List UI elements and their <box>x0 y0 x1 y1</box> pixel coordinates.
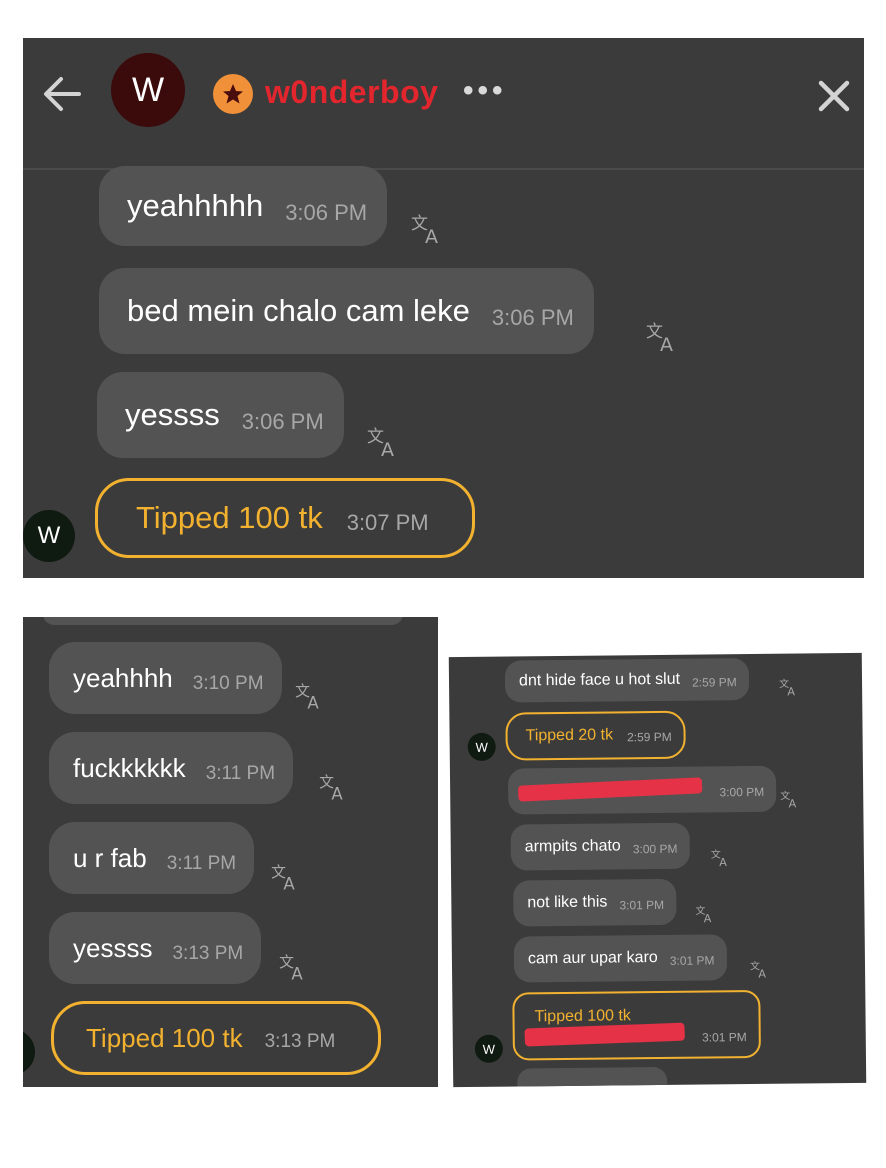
message-bubble-partial <box>517 1066 668 1088</box>
star-badge-icon <box>213 74 253 114</box>
svg-text:A: A <box>758 968 766 979</box>
svg-text:A: A <box>660 334 673 353</box>
username[interactable]: w0nderboy <box>265 74 438 111</box>
translate-icon[interactable]: 文A <box>411 213 445 250</box>
message-time: 3:00 PM <box>719 784 765 800</box>
svg-text:A: A <box>291 964 303 981</box>
translate-icon[interactable]: 文A <box>780 789 800 814</box>
message-text: u r fab <box>73 842 147 873</box>
message-time: 3:11 PM <box>166 853 237 874</box>
message-time: 3:06 PM <box>241 409 324 434</box>
tip-message[interactable]: Tipped 20 tk 2:59 PM <box>505 710 687 761</box>
svg-text:A: A <box>283 874 295 891</box>
svg-text:A: A <box>331 784 343 801</box>
svg-text:A: A <box>787 685 795 696</box>
svg-text:A: A <box>788 797 796 808</box>
message-bubble[interactable]: yeahhhhh 3:06 PM <box>99 166 388 246</box>
avatar-letter: W <box>131 70 165 109</box>
tip-time: 3:13 PM <box>264 1031 336 1052</box>
message-bubble[interactable]: armpits chato 3:00 PM <box>510 822 690 871</box>
message-bubble[interactable]: yessss 3:06 PM <box>97 372 344 458</box>
tip-time: 3:01 PM <box>701 1030 747 1045</box>
message-text: fuckkkkkk <box>73 752 186 783</box>
message-bubble[interactable]: dnt hide face u hot slut 2:59 PM <box>504 658 749 703</box>
message-time: 3:10 PM <box>192 673 264 694</box>
message-time: 3:00 PM <box>632 841 678 857</box>
message-time: 3:06 PM <box>285 200 368 225</box>
svg-text:A: A <box>719 856 727 867</box>
tip-time: 2:59 PM <box>627 729 672 745</box>
translate-icon[interactable]: 文A <box>711 848 731 872</box>
translate-icon[interactable]: 文A <box>646 321 680 358</box>
message-text: not like this <box>527 893 608 912</box>
message-bubble[interactable]: yeahhhh 3:10 PM <box>49 642 282 714</box>
message-text: yessss <box>73 932 153 963</box>
message-time: 3:11 PM <box>205 763 276 784</box>
message-time: 3:13 PM <box>172 943 244 964</box>
translate-icon[interactable]: 文A <box>319 773 349 806</box>
message-time: 3:01 PM <box>619 897 665 913</box>
translate-icon[interactable]: 文A <box>779 677 799 702</box>
message-time: 2:59 PM <box>691 675 737 690</box>
avatar[interactable] <box>23 1029 35 1075</box>
chat-header: W w0nderboy ••• <box>23 38 864 170</box>
avatar[interactable]: W <box>474 1034 504 1063</box>
message-text: yeahhhhh <box>127 188 264 223</box>
translate-icon[interactable]: 文A <box>295 682 325 715</box>
translate-icon[interactable]: 文A <box>695 904 715 928</box>
message-text: cam aur upar karo <box>527 949 658 968</box>
avatar[interactable]: W <box>467 732 496 761</box>
tip-text: Tipped 100 tk <box>136 500 323 535</box>
svg-text:A: A <box>381 439 394 458</box>
message-bubble[interactable]: yessss 3:13 PM <box>49 912 262 984</box>
message-time: 3:06 PM <box>491 305 574 330</box>
message-bubble[interactable]: u r fab 3:11 PM <box>49 822 255 894</box>
chat-screenshot-bottom-right: dnt hide face u hot slut 2:59 PM 文A W Ti… <box>448 652 867 1088</box>
more-options-button[interactable]: ••• <box>463 74 507 108</box>
message-text: bed mein chalo cam leke <box>127 293 470 328</box>
close-icon[interactable] <box>818 80 850 117</box>
message-text: yeahhhh <box>73 662 173 693</box>
tip-text: Tipped 100 tk <box>534 1007 631 1026</box>
avatar-letter: W <box>482 1041 496 1057</box>
message-text: dnt hide face u hot slut <box>518 670 681 690</box>
tip-message[interactable]: Tipped 100 tk 3:07 PM <box>95 478 475 558</box>
svg-text:A: A <box>704 912 712 923</box>
avatar-letter: W <box>475 739 488 755</box>
chat-screenshot-top: W w0nderboy ••• yeahhhhh 3:06 PM 文A bed … <box>23 38 864 578</box>
svg-text:A: A <box>425 226 438 245</box>
message-bubble[interactable]: fuckkkkkk 3:11 PM <box>49 732 294 804</box>
message-time: 3:01 PM <box>669 953 715 968</box>
translate-icon[interactable]: 文A <box>750 959 770 984</box>
chat-screenshot-bottom-left: yeahhhh 3:10 PM 文A fuckkkkkk 3:11 PM 文A … <box>23 617 438 1087</box>
message-text: yessss <box>125 397 220 432</box>
tip-time: 3:07 PM <box>346 510 429 535</box>
message-bubble[interactable]: cam aur upar karo 3:01 PM <box>513 934 727 983</box>
message-bubble[interactable]: bed mein chalo cam leke 3:06 PM <box>99 268 594 354</box>
message-bubble-partial <box>43 617 403 625</box>
translate-icon[interactable]: 文A <box>367 426 401 463</box>
tip-text: Tipped 100 tk <box>86 1022 243 1053</box>
translate-icon[interactable]: 文A <box>279 953 309 986</box>
translate-icon[interactable]: 文A <box>271 863 301 896</box>
tip-text: Tipped 20 tk <box>525 726 614 745</box>
back-arrow-icon[interactable] <box>41 74 83 119</box>
tip-message[interactable]: Tipped 100 tk 3:13 PM <box>51 1001 381 1075</box>
message-text: armpits chato <box>524 837 621 856</box>
message-bubble[interactable]: not like this 3:01 PM <box>513 878 677 927</box>
avatar[interactable]: W <box>111 53 185 127</box>
svg-text:A: A <box>307 693 319 710</box>
avatar-letter: W <box>37 522 61 549</box>
avatar[interactable]: W <box>23 510 75 562</box>
